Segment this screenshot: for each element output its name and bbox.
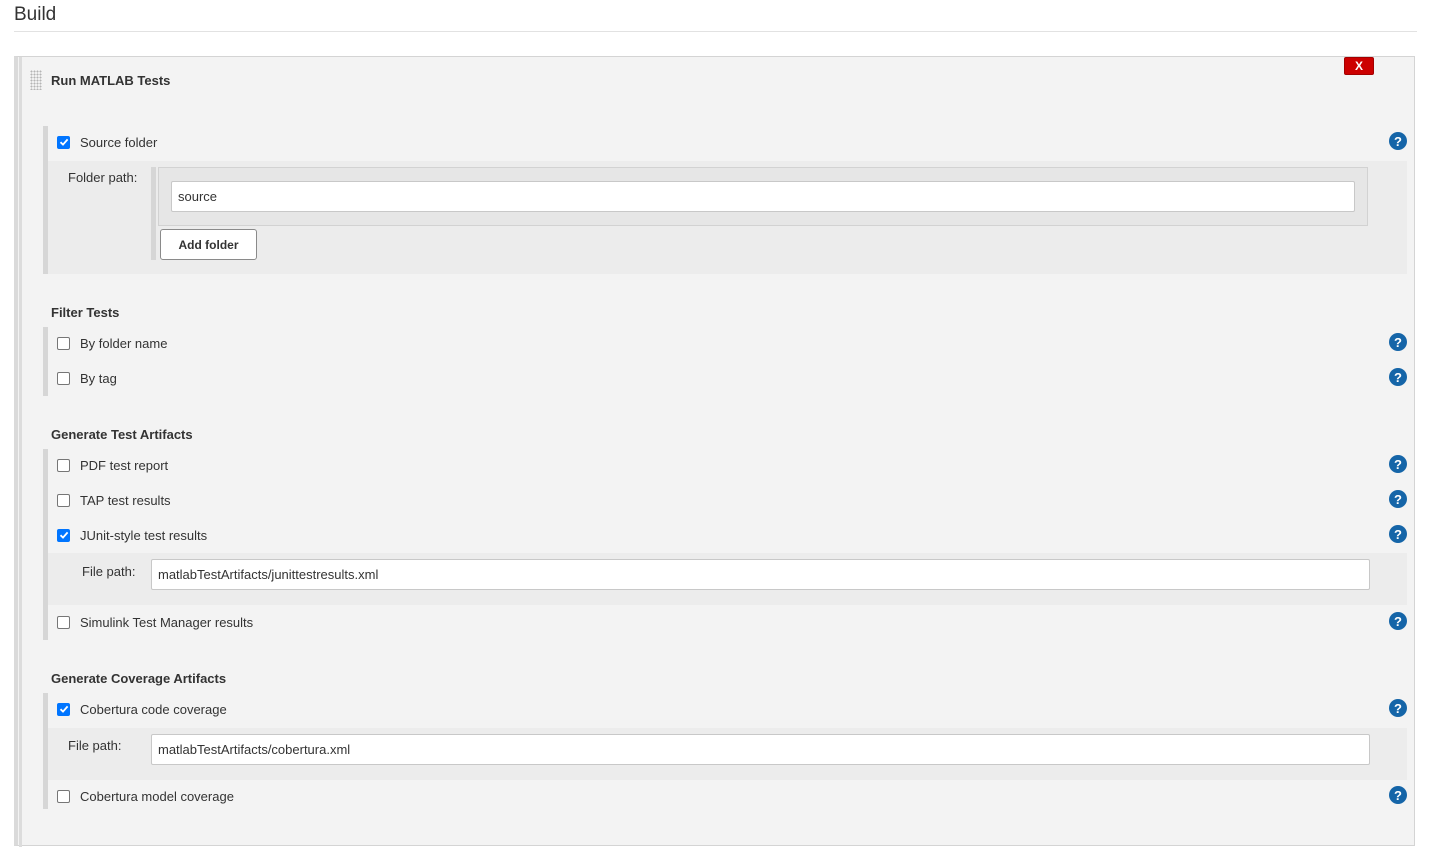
by-folder-checkbox[interactable]: [57, 336, 70, 350]
cobertura-model-row: Cobertura model coverage: [57, 786, 234, 806]
tap-results-row: TAP test results: [57, 490, 171, 510]
filter-tests-group: [43, 327, 1407, 396]
title-divider: [14, 31, 1417, 32]
cobertura-code-row: Cobertura code coverage: [57, 699, 227, 719]
by-tag-help-icon[interactable]: ?: [1389, 368, 1407, 386]
filter-tests-header: Filter Tests: [51, 305, 120, 320]
tap-results-checkbox[interactable]: [57, 493, 70, 507]
add-folder-button[interactable]: Add folder: [160, 229, 257, 260]
drag-handle-icon[interactable]: [30, 70, 42, 90]
page-title: Build: [14, 4, 57, 25]
checkmark-icon: [59, 705, 68, 713]
junit-results-help-icon[interactable]: ?: [1389, 525, 1407, 543]
cobertura-code-checkbox[interactable]: [57, 702, 70, 716]
by-tag-row: By tag: [57, 368, 117, 388]
folder-list-edge: [151, 167, 156, 260]
source-folder-checkbox[interactable]: [57, 135, 70, 149]
delete-step-button[interactable]: X: [1344, 57, 1374, 75]
simulink-results-help-icon[interactable]: ?: [1389, 612, 1407, 630]
coverage-artifacts-header: Generate Coverage Artifacts: [51, 671, 227, 686]
simulink-results-row: Simulink Test Manager results: [57, 612, 253, 632]
by-folder-label: By folder name: [80, 335, 168, 351]
by-folder-row: By folder name: [57, 333, 167, 353]
junit-file-input[interactable]: [151, 559, 1370, 590]
tap-results-label: TAP test results: [80, 492, 171, 508]
cobertura-model-checkbox[interactable]: [57, 789, 70, 803]
tap-results-help-icon[interactable]: ?: [1389, 490, 1407, 508]
checkmark-icon: [59, 138, 68, 146]
cobertura-file-input[interactable]: [151, 734, 1370, 765]
cobertura-model-label: Cobertura model coverage: [80, 788, 234, 804]
simulink-results-checkbox[interactable]: [57, 615, 70, 629]
source-folder-row: Source folder: [57, 132, 157, 152]
cobertura-code-label: Cobertura code coverage: [80, 701, 227, 717]
by-tag-label: By tag: [80, 370, 117, 386]
junit-results-row: JUnit-style test results: [57, 525, 207, 545]
folder-path-input[interactable]: [171, 181, 1355, 212]
step-title: Run MATLAB Tests: [51, 73, 171, 88]
test-artifacts-header: Generate Test Artifacts: [51, 427, 193, 442]
folder-path-label: Folder path:: [68, 170, 138, 185]
by-tag-checkbox[interactable]: [57, 371, 70, 385]
junit-results-label: JUnit-style test results: [80, 527, 208, 543]
cobertura-model-help-icon[interactable]: ?: [1389, 786, 1407, 804]
simulink-results-label: Simulink Test Manager results: [80, 614, 254, 630]
pdf-report-help-icon[interactable]: ?: [1389, 455, 1407, 473]
checkmark-icon: [59, 531, 68, 539]
junit-results-checkbox[interactable]: [57, 528, 70, 542]
source-folder-label: Source folder: [80, 134, 158, 150]
source-folder-help-icon[interactable]: ?: [1389, 132, 1407, 150]
pdf-report-label: PDF test report: [80, 457, 169, 473]
junit-file-label: File path:: [82, 564, 136, 579]
cobertura-code-help-icon[interactable]: ?: [1389, 699, 1407, 717]
cobertura-file-label: File path:: [68, 738, 122, 753]
pdf-report-checkbox[interactable]: [57, 458, 70, 472]
by-folder-help-icon[interactable]: ?: [1389, 333, 1407, 351]
step-panel-edge: [19, 57, 22, 847]
pdf-report-row: PDF test report: [57, 455, 168, 475]
